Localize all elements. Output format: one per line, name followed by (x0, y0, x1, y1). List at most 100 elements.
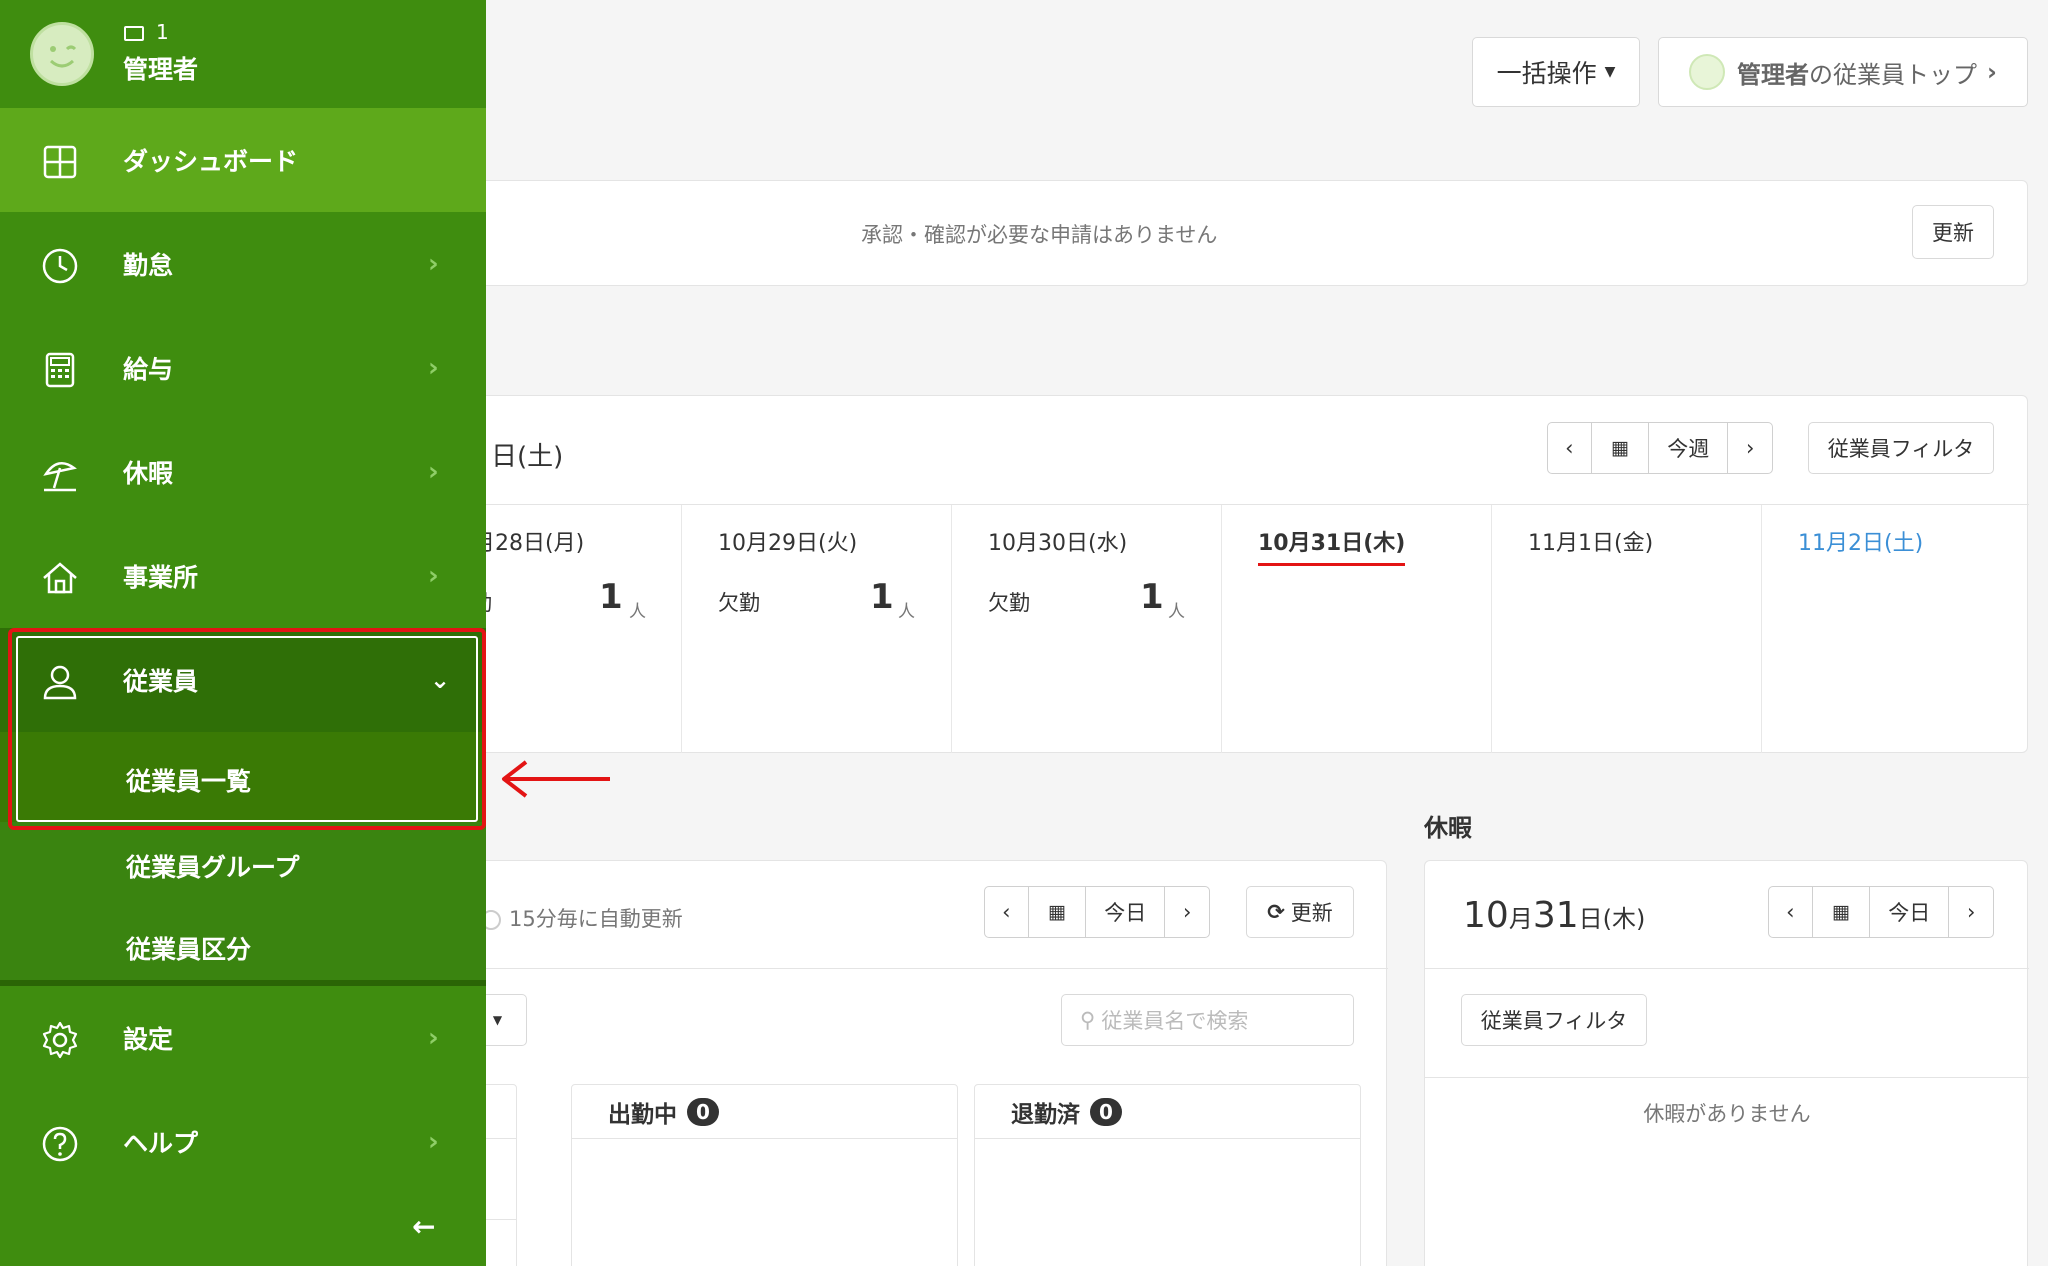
sidebar-item-attendance[interactable]: 勤怠 › (0, 212, 486, 316)
sidebar-item-label: ヘルプ (123, 1129, 199, 1158)
admin-top-rest: の従業員トップ (1809, 60, 1978, 89)
day-next-button[interactable]: › (1165, 887, 1209, 937)
day-status-label: 欠勤 (988, 591, 1030, 615)
day-unit: 人 (1168, 602, 1185, 622)
day-column-today[interactable]: 10月31日(木) (1222, 505, 1492, 753)
auto-refresh-label: 15分毎に自動更新 (509, 907, 683, 931)
day-date: 月28日(月) (473, 531, 585, 556)
day-count: 1 (870, 577, 894, 617)
sidebar-item-office[interactable]: 事業所 › (0, 524, 486, 628)
arrow-left-icon (502, 760, 610, 798)
calendar-icon[interactable]: ▦ (1592, 423, 1650, 473)
leave-nav-group: ‹ ▦ 今日 › (1768, 886, 1994, 938)
auto-refresh-text: 15分毎に自動更新 (481, 903, 683, 933)
help-icon (42, 1126, 78, 1162)
employee-search-input[interactable]: ⚲ 従業員名で検索 (1061, 994, 1354, 1046)
day-date: 11月1日(金) (1528, 531, 1654, 556)
sidebar-item-label: 設定 (123, 1025, 174, 1054)
avatar (30, 22, 94, 86)
attendance-nav-group: ‹ ▦ 今日 › (984, 886, 1210, 938)
leave-day: 31 (1532, 895, 1579, 936)
column-title: 退勤済 (1011, 1101, 1080, 1128)
sidebar-subitem-employee-group[interactable]: 従業員グループ (0, 822, 486, 904)
day-date-today: 10月31日(木) (1258, 525, 1406, 566)
clock-icon (42, 248, 78, 284)
week-next-button[interactable]: › (1728, 423, 1772, 473)
day-unit: 人 (629, 602, 646, 622)
day-column[interactable]: 月28日(月) 勤 1 人 (461, 505, 682, 753)
chevron-right-icon: › (428, 353, 439, 383)
calculator-icon (45, 352, 75, 388)
bulk-action-dropdown[interactable]: 一括操作 ▼ (1472, 37, 1640, 107)
day-today-button[interactable]: 今日 (1086, 887, 1166, 937)
day-column[interactable]: 11月2日(土) (1762, 505, 2029, 753)
user-id: 1 (156, 20, 169, 44)
attendance-toolbar: ス ▼ ⚲従業員名で検索 00 出勤中 0 退勤済 0 (441, 968, 1388, 1266)
sidebar-item-payroll[interactable]: 給与 › (0, 316, 486, 420)
day-column[interactable]: 10月30日(水) 欠勤 1 人 (952, 505, 1222, 753)
sidebar-item-settings[interactable]: 設定 › (0, 986, 486, 1090)
sidebar-item-label: 勤怠 (123, 251, 174, 280)
chevron-right-icon: › (428, 1023, 439, 1053)
leave-prev-button[interactable]: ‹ (1769, 887, 1813, 937)
search-placeholder: 従業員名で検索 (1101, 1009, 1249, 1033)
day-prev-button[interactable]: ‹ (985, 887, 1029, 937)
bulk-action-label: 一括操作 (1496, 59, 1597, 88)
leave-card: 10月31日(木) ‹ ▦ 今日 › 従業員フィルタ 休暇がありません (1424, 860, 2029, 1266)
highlight-box-inner (16, 636, 478, 822)
leave-month: 10 (1463, 895, 1509, 936)
subitem-label: 従業員グループ (126, 853, 300, 882)
leave-today-button[interactable]: 今日 (1870, 887, 1950, 937)
subitem-label: 従業員区分 (126, 935, 252, 964)
sidebar-item-help[interactable]: ヘルプ › (0, 1090, 486, 1194)
caret-down-icon: ▼ (492, 1013, 503, 1027)
requests-refresh-button[interactable]: 更新 (1912, 205, 1994, 259)
week-today-button[interactable]: 今週 (1649, 423, 1729, 473)
attendance-column-left: 退勤済 0 (974, 1084, 1361, 1266)
admin-top-strong: 管理者 (1737, 60, 1810, 89)
sidebar-user-header[interactable]: 1 管理者 (0, 0, 486, 108)
avatar-small (1689, 54, 1726, 90)
calendar-icon[interactable]: ▦ (1029, 887, 1087, 937)
calendar-icon[interactable]: ▦ (1813, 887, 1871, 937)
day-date-saturday: 11月2日(土) (1798, 531, 1924, 556)
refresh-icon: ⟳ (1267, 900, 1285, 924)
leave-heading: 休暇 (1424, 814, 1472, 842)
day-column[interactable]: 10月29日(火) 欠勤 1 人 (682, 505, 952, 753)
leave-next-button[interactable]: › (1949, 887, 1993, 937)
sidebar-item-dashboard[interactable]: ダッシュボード (0, 108, 486, 212)
leave-toolbar: 従業員フィルタ (1425, 968, 2029, 1078)
leave-employee-filter-button[interactable]: 従業員フィルタ (1461, 994, 1647, 1046)
sidebar-subitem-employee-category[interactable]: 従業員区分 (0, 904, 486, 984)
day-count: 1 (599, 577, 623, 617)
chevron-right-icon: › (428, 1127, 439, 1157)
week-title: 日(土) (491, 442, 564, 472)
week-prev-button[interactable]: ‹ (1548, 423, 1592, 473)
week-card: 日(土) ‹ ▦ 今週 › 従業員フィルタ 月28日(月) 勤 1 人 10月2… (460, 395, 2029, 754)
sidebar-item-label: 事業所 (123, 563, 199, 592)
dashboard-icon (43, 145, 77, 179)
beach-umbrella-icon (43, 461, 77, 492)
day-status-label: 欠勤 (718, 591, 760, 615)
admin-employee-top-button[interactable]: 管理者 の従業員トップ › (1658, 37, 2028, 107)
leave-date: 10月31日(木) (1463, 895, 1645, 936)
id-card-icon (124, 26, 144, 41)
week-days-row: 月28日(月) 勤 1 人 10月29日(火) 欠勤 1 人 10月30日(水)… (461, 504, 2029, 754)
sidebar-item-label: 休暇 (123, 459, 174, 488)
week-nav-group: ‹ ▦ 今週 › (1547, 422, 1773, 474)
day-date: 10月30日(水) (988, 531, 1128, 556)
home-icon (43, 562, 77, 594)
leave-day-suffix: 日(木) (1578, 905, 1646, 933)
collapse-sidebar-icon[interactable]: ← (412, 1210, 435, 1243)
gear-icon (42, 1021, 78, 1059)
day-column[interactable]: 11月1日(金) (1492, 505, 1762, 753)
attendance-refresh-label: 更新 (1290, 901, 1333, 925)
sidebar-item-leave[interactable]: 休暇 › (0, 420, 486, 524)
week-employee-filter-button[interactable]: 従業員フィルタ (1808, 422, 1994, 474)
leave-month-suffix: 月 (1508, 905, 1533, 933)
leave-empty-message: 休暇がありません (1643, 1102, 1811, 1126)
attendance-refresh-button[interactable]: ⟳ 更新 (1246, 886, 1354, 938)
count-badge: 0 (1090, 1097, 1122, 1126)
chevron-right-icon: › (428, 561, 439, 591)
day-date: 10月29日(火) (718, 531, 858, 556)
